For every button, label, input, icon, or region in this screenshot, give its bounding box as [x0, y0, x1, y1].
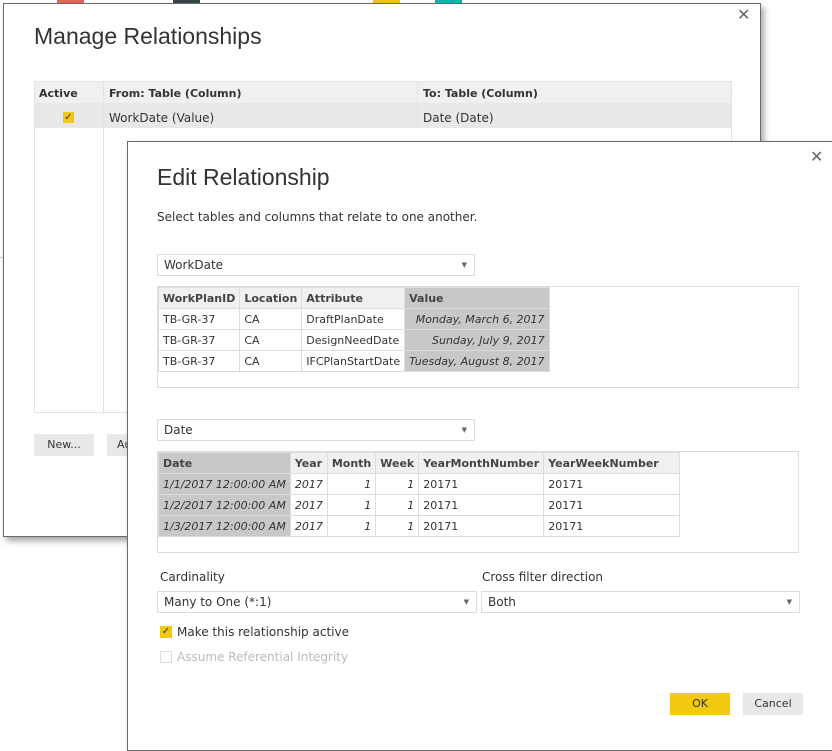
make-active-label: Make this relationship active [177, 625, 349, 639]
close-icon[interactable]: ✕ [737, 5, 750, 24]
column-header[interactable]: Week [375, 452, 420, 474]
column-header[interactable]: Location [239, 287, 303, 309]
cardinality-label: Cardinality [160, 570, 225, 584]
table-cell: 2017 [289, 515, 328, 537]
column-header-from: From: Table (Column) [109, 87, 242, 100]
column-header[interactable]: Year [289, 452, 328, 474]
dialog-title: Manage Relationships [34, 23, 262, 49]
table-row: 1/3/2017 12:00:00 AM 2017 1 1 20171 20171 [158, 515, 680, 537]
cross-filter-label: Cross filter direction [482, 570, 604, 584]
referential-integrity-checkbox[interactable] [160, 651, 172, 663]
table1-preview: WorkPlanID Location Attribute Value TB-GR-37… [157, 286, 799, 388]
column-header-to: To: Table (Column) [423, 87, 538, 100]
column-header-active: Active [39, 87, 78, 100]
table-cell: CA [239, 329, 303, 351]
close-icon[interactable]: ✕ [810, 147, 823, 166]
table-cell: 1 [326, 515, 377, 537]
table-cell: TB-GR-37 [157, 329, 241, 351]
dialog-subtitle: Select tables and columns that relate to… [157, 210, 478, 224]
table-cell: CA [239, 350, 303, 372]
column-header[interactable]: YearWeekNumber [543, 452, 680, 474]
header-row: Date Year Month Week YearMonthNumber YearWeek… [158, 452, 680, 474]
cross-filter-dropdown[interactable]: Both ▼ [481, 591, 800, 613]
table-row: TB-GR-37 CA DraftPlanDate Monday, March 6, … [157, 308, 550, 330]
table-cell: 1/2/2017 12:00:00 AM [158, 494, 291, 516]
chevron-down-icon: ▼ [461, 261, 467, 269]
table-cell: 1/1/2017 12:00:00 AM [158, 473, 291, 495]
table-cell: Sunday, July 9, 2017 [404, 329, 550, 351]
table-cell: IFCPlanStartDate [301, 350, 406, 372]
table-row: TB-GR-37 CA IFCPlanStartDate Tuesday, Augus… [157, 350, 550, 372]
new-button[interactable]: New... [34, 434, 94, 456]
table-cell: DraftPlanDate [301, 308, 406, 330]
column-header[interactable]: YearMonthNumber [418, 452, 545, 474]
table-cell: 20171 [418, 494, 545, 516]
column-header[interactable]: Date [158, 452, 291, 474]
table-cell: 20171 [543, 494, 680, 516]
table-cell: 1 [326, 473, 377, 495]
chevron-down-icon: ▼ [463, 598, 469, 606]
table-cell: Tuesday, August 8, 2017 [404, 350, 550, 372]
table2-dropdown[interactable]: Date ▼ [157, 419, 475, 441]
table-cell: 20171 [418, 515, 545, 537]
column-header[interactable]: Month [326, 452, 377, 474]
chevron-down-icon: ▼ [786, 598, 792, 606]
ok-button[interactable]: OK [670, 693, 730, 715]
edit-relationship-dialog: ✕ Edit Relationship Select tables and co… [127, 141, 832, 751]
table-row: 1/1/2017 12:00:00 AM 2017 1 1 20171 20171 [158, 473, 680, 495]
table-cell: 20171 [543, 515, 680, 537]
column-header[interactable]: Value [404, 287, 550, 309]
table-cell: DesignNeedDate [301, 329, 406, 351]
table-cell: 1 [375, 473, 420, 495]
table-cell: 2017 [289, 473, 328, 495]
column-header[interactable]: WorkPlanID [157, 287, 241, 309]
cancel-button[interactable]: Cancel [743, 693, 803, 715]
make-active-checkbox[interactable]: ✓ [160, 626, 172, 638]
table-row: TB-GR-37 CA DesignNeedDate Sunday, July 9, … [157, 329, 550, 351]
table-cell: 20171 [543, 473, 680, 495]
table-cell: 20171 [418, 473, 545, 495]
table-cell: 2017 [289, 494, 328, 516]
from-cell: WorkDate (Value) [109, 111, 215, 125]
table-cell: 1/3/2017 12:00:00 AM [158, 515, 291, 537]
header-row: WorkPlanID Location Attribute Value [157, 287, 550, 309]
to-cell: Date (Date) [423, 111, 494, 125]
table2-preview: Date Year Month Week YearMonthNumber YearWeek… [157, 451, 799, 553]
chevron-down-icon: ▼ [461, 426, 467, 434]
table-cell: 1 [375, 494, 420, 516]
dialog-title: Edit Relationship [157, 164, 330, 190]
active-checkbox[interactable]: ✓ [63, 112, 74, 123]
table-cell: 1 [375, 515, 420, 537]
referential-integrity-label: Assume Referential Integrity [177, 650, 349, 664]
table-cell: CA [239, 308, 303, 330]
table-cell: Monday, March 6, 2017 [404, 308, 550, 330]
table-cell: 1 [326, 494, 377, 516]
cardinality-dropdown[interactable]: Many to One (*:1) ▼ [157, 591, 477, 613]
table-row: 1/2/2017 12:00:00 AM 2017 1 1 20171 20171 [158, 494, 680, 516]
column-header[interactable]: Attribute [301, 287, 406, 309]
table-cell: TB-GR-37 [157, 350, 241, 372]
table1-dropdown[interactable]: WorkDate ▼ [157, 254, 475, 276]
table-cell: TB-GR-37 [157, 308, 241, 330]
